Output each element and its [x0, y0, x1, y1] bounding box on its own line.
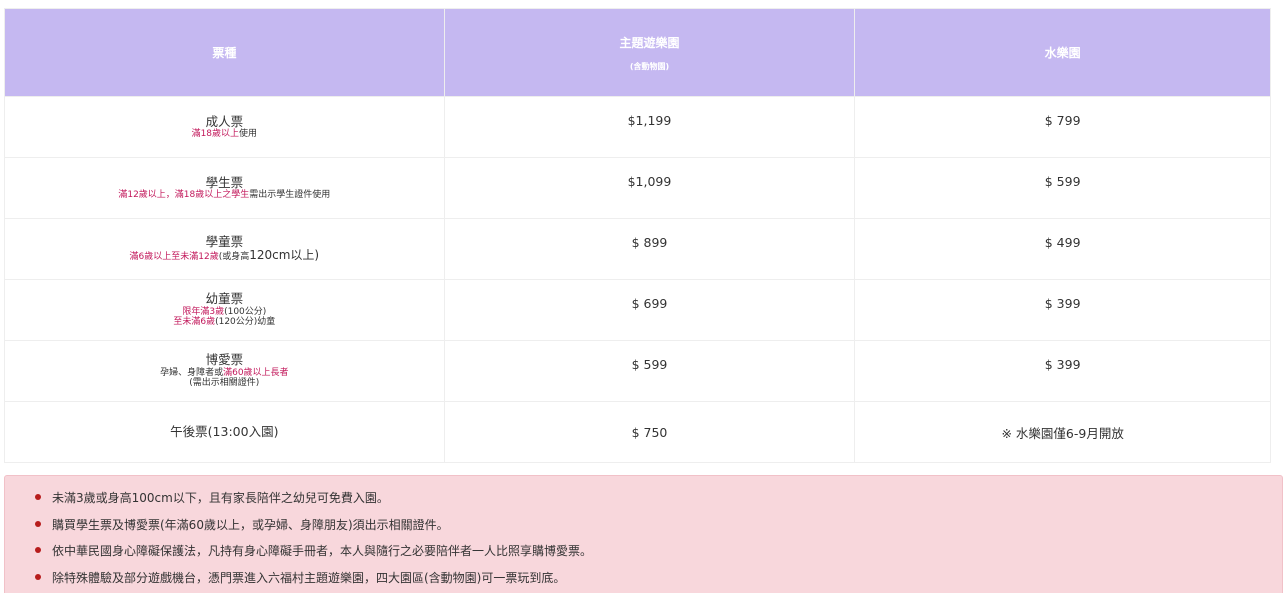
- theme-park-price: $ 750: [443, 401, 856, 463]
- table-row: 午後票(13:00入園) $ 750 ※ 水樂園僅6-9月開放: [4, 401, 1271, 463]
- ticket-type-cell: 博愛票 孕婦、身障者或滿60歲以上長者 (需出示相關證件): [4, 340, 445, 402]
- header-theme-park-label: 主題遊樂園: [619, 35, 680, 50]
- ticket-condition-text: 孕婦、身障者或: [160, 367, 224, 378]
- ticket-condition-highlight: 限年滿3歲: [182, 306, 225, 317]
- ticket-condition: 滿6歲以上至未滿12歲(或身高120cm以上): [5, 248, 444, 263]
- ticket-condition-text: 需出示學生證件使用: [249, 190, 331, 201]
- header-theme-park: 主題遊樂園 (含動物園): [443, 8, 856, 97]
- ticket-condition-text: (100公分): [224, 306, 267, 317]
- ticket-name: 成人票: [205, 113, 244, 129]
- note-item: 除特殊體驗及部分遊戲機台，憑門票進入六福村主題遊樂園，四大園區(含動物園)可一票…: [35, 570, 1282, 593]
- ticket-condition-highlight: 滿12歲以上，滿18歲以上之學生: [118, 190, 250, 201]
- header-ticket-type: 票種: [4, 8, 445, 97]
- header-ticket-type-label: 票種: [212, 46, 237, 60]
- ticket-condition-text: 120cm以上): [249, 248, 320, 263]
- theme-park-price: $ 899: [443, 218, 856, 280]
- ticket-type-cell: 學生票 滿12歲以上，滿18歲以上之學生需出示學生證件使用: [4, 157, 445, 219]
- note-item: 未滿3歲或身高100cm以下，且有家長陪伴之幼兒可免費入園。: [35, 490, 1282, 517]
- table-row: 博愛票 孕婦、身障者或滿60歲以上長者 (需出示相關證件) $ 599 $ 399: [4, 340, 1271, 402]
- ticket-name: 幼童票: [205, 291, 244, 307]
- table-row: 成人票 滿18歲以上使用 $1,199 $ 799: [4, 96, 1271, 158]
- note-item: 購買學生票及博愛票(年滿60歲以上，或孕婦、身障朋友)須出示相關證件。: [35, 517, 1282, 544]
- table-row: 學童票 滿6歲以上至未滿12歲(或身高120cm以上) $ 899 $ 499: [4, 218, 1271, 280]
- ticket-condition: 滿12歲以上，滿18歲以上之學生需出示學生證件使用: [5, 190, 444, 200]
- note-text: 未滿3歲或身高100cm以下，且有家長陪伴之幼兒可免費入園。: [52, 491, 389, 505]
- water-park-price: $ 399: [854, 340, 1271, 402]
- ticket-name: 午後票(13:00入園): [170, 423, 279, 439]
- water-park-price: $ 499: [854, 218, 1271, 280]
- water-park-price: $ 599: [854, 157, 1271, 219]
- water-park-price: $ 799: [854, 96, 1271, 158]
- ticket-name: 學生票: [205, 174, 244, 190]
- ticket-condition-text: (或身高: [218, 252, 250, 263]
- ticket-type-cell: 幼童票 限年滿3歲(100公分) 至未滿6歲(120公分)幼童: [4, 279, 445, 341]
- ticket-condition-text: (120公分)幼童: [215, 317, 276, 328]
- table-row: 幼童票 限年滿3歲(100公分) 至未滿6歲(120公分)幼童 $ 699 $ 399: [4, 279, 1271, 341]
- ticket-name: 學童票: [205, 233, 244, 249]
- note-text: 購買學生票及博愛票(年滿60歲以上，或孕婦、身障朋友)須出示相關證件。: [52, 517, 449, 532]
- bullet-icon: [35, 520, 41, 527]
- header-water-park-label: 水樂園: [1044, 46, 1081, 60]
- table-header-row: 票種 主題遊樂園 (含動物園) 水樂園: [4, 8, 1271, 97]
- bullet-icon: [35, 573, 41, 580]
- header-water-park: 水樂園: [854, 8, 1271, 97]
- note-text: 除特殊體驗及部分遊戲機台，憑門票進入六福村主題遊樂園，四大園區(含動物園)可一票…: [52, 570, 566, 585]
- theme-park-price: $1,199: [443, 96, 856, 158]
- ticket-type-cell: 學童票 滿6歲以上至未滿12歲(或身高120cm以上): [4, 218, 445, 280]
- ticket-condition-highlight: 至未滿6歲: [173, 317, 216, 328]
- notes-box: 未滿3歲或身高100cm以下，且有家長陪伴之幼兒可免費入園。購買學生票及博愛票(…: [4, 475, 1283, 593]
- ticket-condition-highlight: 滿6歲以上至未滿12歲: [129, 252, 219, 263]
- ticket-condition-text: 使用: [239, 129, 258, 140]
- ticket-name: 博愛票: [205, 352, 244, 368]
- ticket-condition: 滿18歲以上使用: [5, 129, 444, 139]
- water-park-price: $ 399: [854, 279, 1271, 341]
- note-item: 依中華民國身心障礙保護法，凡持有身心障礙手冊者，本人與隨行之必要陪伴者一人比照享…: [35, 543, 1282, 570]
- ticket-condition-text: (需出示相關證件): [189, 378, 260, 389]
- ticket-condition-highlight: 滿18歲以上: [191, 129, 240, 140]
- ticket-type-cell: 午後票(13:00入園): [4, 401, 445, 463]
- ticket-type-cell: 成人票 滿18歲以上使用: [4, 96, 445, 158]
- bullet-icon: [35, 547, 41, 553]
- theme-park-price: $ 699: [443, 279, 856, 341]
- ticket-condition: (需出示相關證件): [5, 378, 444, 388]
- ticket-condition-highlight: 滿60歲以上長者: [223, 367, 289, 378]
- water-park-price: ※ 水樂園僅6-9月開放: [854, 401, 1271, 463]
- theme-park-price: $ 599: [443, 340, 856, 402]
- table-row: 學生票 滿12歲以上，滿18歲以上之學生需出示學生證件使用 $1,099 $ 599: [4, 157, 1271, 219]
- header-theme-park-sublabel: (含動物園): [629, 61, 670, 71]
- ticket-price-table: 票種 主題遊樂園 (含動物園) 水樂園 成人票 滿18歲以上使用 $1,199 $ 7…: [4, 8, 1271, 463]
- ticket-condition: 限年滿3歲(100公分): [5, 307, 444, 317]
- bullet-icon: [35, 494, 41, 500]
- ticket-condition: 至未滿6歲(120公分)幼童: [5, 317, 444, 327]
- ticket-condition: 孕婦、身障者或滿60歲以上長者: [5, 368, 444, 378]
- theme-park-price: $1,099: [443, 157, 856, 219]
- notes-list: 未滿3歲或身高100cm以下，且有家長陪伴之幼兒可免費入園。購買學生票及博愛票(…: [35, 490, 1282, 593]
- note-text: 依中華民國身心障礙保護法，凡持有身心障礙手冊者，本人與隨行之必要陪伴者一人比照享…: [52, 544, 593, 558]
